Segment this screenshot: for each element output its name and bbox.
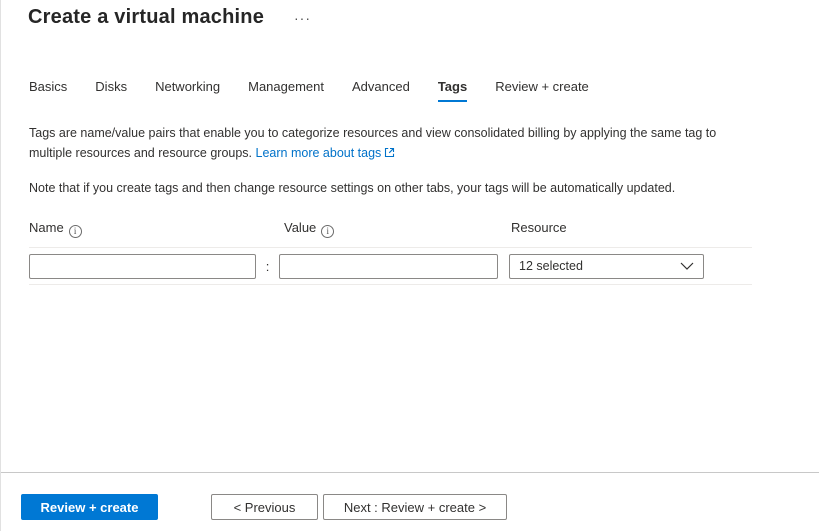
tag-row: : 12 selected [29, 248, 752, 285]
tab-disks[interactable]: Disks [95, 79, 127, 102]
previous-button[interactable]: < Previous [211, 494, 318, 520]
tag-name-input[interactable] [29, 254, 256, 279]
value-info-icon[interactable]: i [321, 225, 334, 238]
wizard-footer: Review + create < Previous Next : Review… [1, 472, 819, 531]
tags-table-header: Namei Valuei Resource [29, 219, 752, 248]
review-create-button[interactable]: Review + create [21, 494, 158, 520]
more-options-icon[interactable]: ··· [290, 9, 315, 27]
learn-more-label: Learn more about tags [256, 146, 382, 160]
column-header-resource: Resource [511, 219, 752, 237]
tab-management[interactable]: Management [248, 79, 324, 102]
external-link-icon [384, 144, 395, 164]
resource-dropdown-value: 12 selected [519, 259, 583, 273]
page-header: Create a virtual machine ··· [1, 0, 819, 29]
column-header-value: Valuei [284, 219, 511, 238]
tab-tags[interactable]: Tags [438, 79, 467, 102]
chevron-down-icon [680, 262, 694, 270]
page-title: Create a virtual machine [28, 6, 264, 29]
learn-more-link[interactable]: Learn more about tags [256, 146, 396, 160]
tags-description: Tags are name/value pairs that enable yo… [29, 123, 744, 164]
resource-column-label: Resource [511, 220, 567, 235]
value-column-label: Value [284, 220, 316, 235]
tab-advanced[interactable]: Advanced [352, 79, 410, 102]
column-header-name: Namei [29, 219, 284, 238]
create-vm-page: Create a virtual machine ··· Basics Disk… [0, 0, 819, 531]
tags-table: Namei Valuei Resource : 12 selected [29, 219, 752, 285]
tab-basics[interactable]: Basics [29, 79, 67, 102]
name-value-separator: : [256, 259, 279, 274]
name-column-label: Name [29, 220, 64, 235]
tab-review-create[interactable]: Review + create [495, 79, 589, 102]
wizard-tabs: Basics Disks Networking Management Advan… [29, 79, 819, 102]
next-button[interactable]: Next : Review + create > [323, 494, 507, 520]
tag-value-input[interactable] [279, 254, 498, 279]
resource-dropdown[interactable]: 12 selected [509, 254, 704, 279]
tab-networking[interactable]: Networking [155, 79, 220, 102]
name-info-icon[interactable]: i [69, 225, 82, 238]
tags-note: Note that if you create tags and then ch… [29, 181, 791, 195]
